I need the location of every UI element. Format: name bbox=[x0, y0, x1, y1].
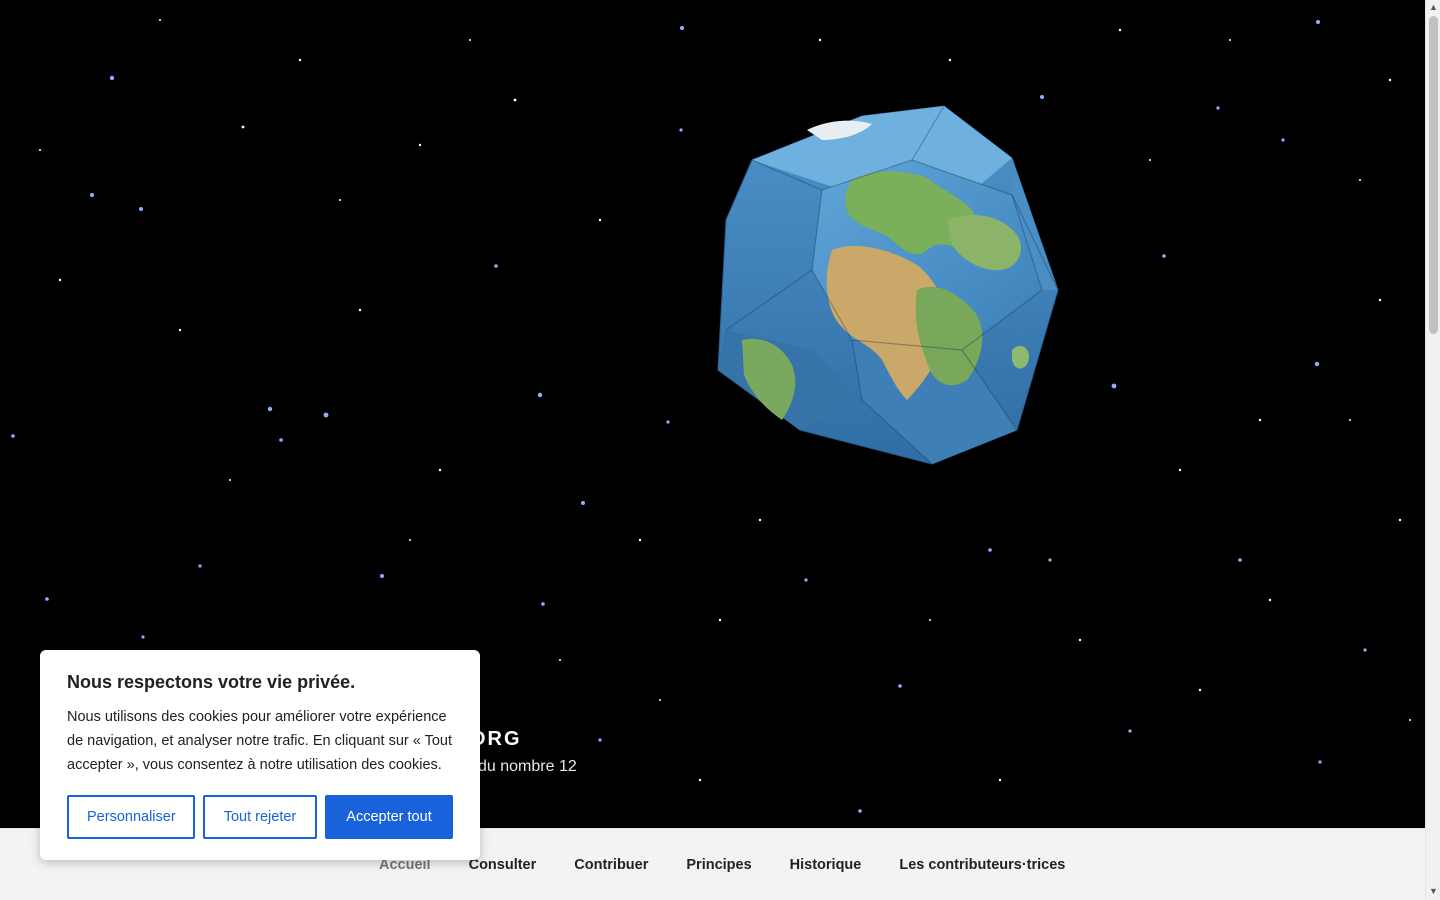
page: ORG du nombre 12 Accueil Consulter Contr… bbox=[0, 0, 1440, 900]
nav-item-historique[interactable]: Historique bbox=[771, 857, 881, 873]
cookie-banner-text: Nous utilisons des cookies pour améliore… bbox=[67, 709, 453, 773]
cookie-banner-title: Nous respectons votre vie privée. bbox=[67, 672, 356, 692]
nav-item-contribuer[interactable]: Contribuer bbox=[555, 857, 667, 873]
cookie-banner-actions: Personnaliser Tout rejeter Accepter tout bbox=[67, 795, 453, 839]
site-description: du nombre 12 bbox=[478, 758, 577, 775]
nav-item-contributeurs[interactable]: Les contributeurs·trices bbox=[880, 857, 1084, 873]
customize-button[interactable]: Personnaliser bbox=[67, 795, 195, 839]
nav-item-principes[interactable]: Principes bbox=[667, 857, 770, 873]
triangle-down-icon[interactable]: ▼ bbox=[1428, 884, 1439, 898]
vertical-scrollbar[interactable]: ▲ ▼ bbox=[1425, 0, 1440, 900]
scrollbar-thumb[interactable] bbox=[1429, 16, 1438, 334]
reject-all-button[interactable]: Tout rejeter bbox=[203, 795, 317, 839]
accept-all-button[interactable]: Accepter tout bbox=[325, 795, 453, 839]
dodecahedron-globe-image bbox=[712, 100, 1064, 470]
triangle-up-icon[interactable]: ▲ bbox=[1428, 0, 1439, 14]
cookie-consent-banner: Nous respectons votre vie privée. Nous u… bbox=[40, 650, 480, 860]
